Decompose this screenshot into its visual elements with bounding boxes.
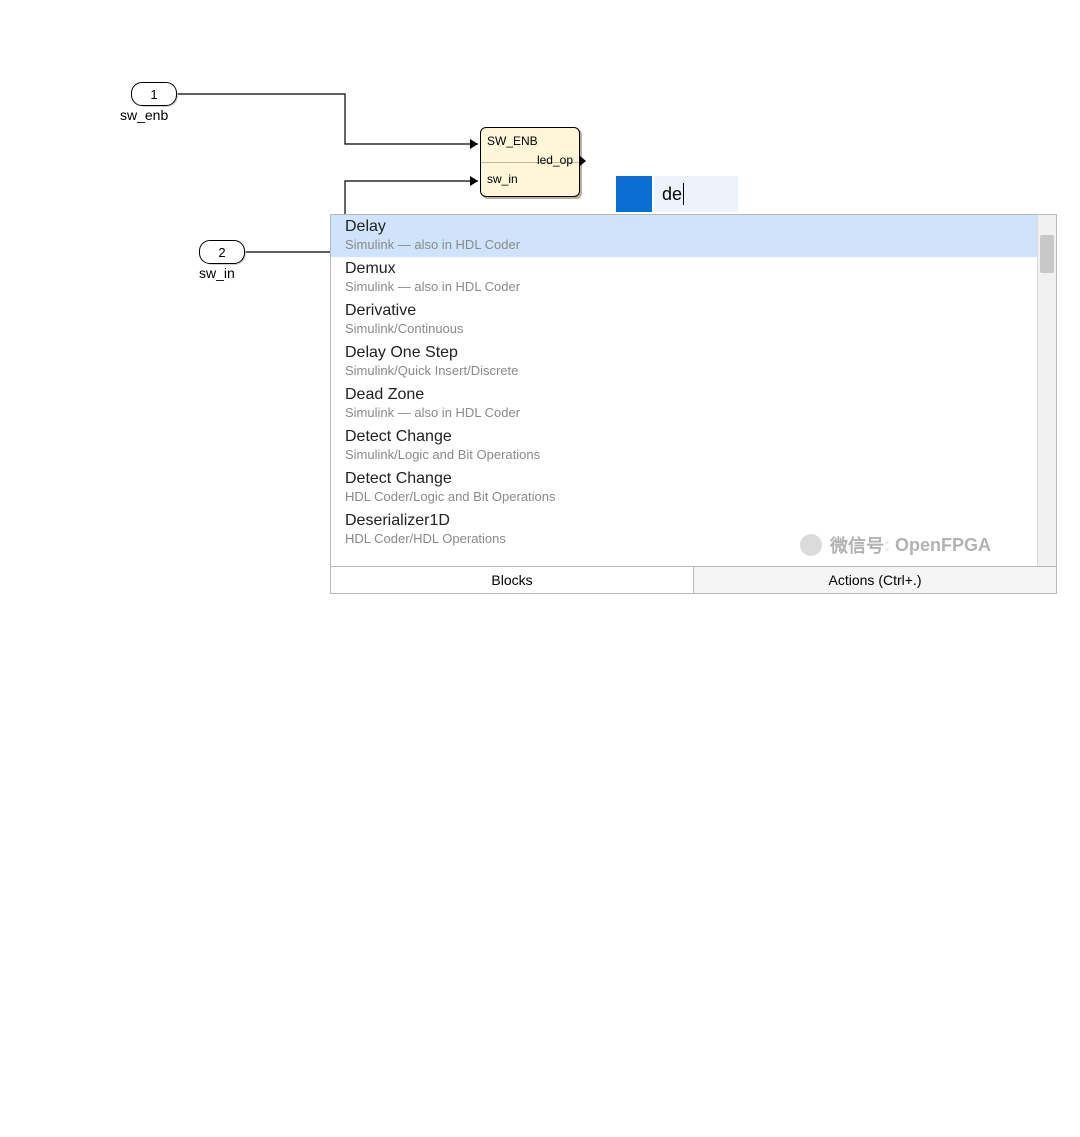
quick-insert-search-input[interactable]: de (654, 176, 738, 212)
results-list: Delay Simulink — also in HDL Coder Demux… (331, 215, 1056, 566)
result-sub: Simulink/Logic and Bit Operations (345, 447, 1042, 462)
inport-1[interactable]: 1 (131, 82, 177, 106)
tab-actions[interactable]: Actions (Ctrl+.) (694, 567, 1056, 593)
result-sub: Simulink — also in HDL Coder (345, 405, 1042, 420)
result-name: Delay (345, 218, 1042, 236)
watermark-label: 微信号 (830, 532, 884, 558)
scrollbar-thumb[interactable] (1040, 235, 1054, 273)
result-name: Deserializer1D (345, 512, 1042, 530)
result-sub: Simulink — also in HDL Coder (345, 279, 1042, 294)
simulink-canvas[interactable]: 1 sw_enb 2 sw_in SW_ENB sw_in led_op de … (0, 0, 1080, 605)
dropdown-tabs: Blocks Actions (Ctrl+.) (331, 566, 1056, 593)
results-scrollbar[interactable] (1037, 215, 1056, 566)
result-name: Delay One Step (345, 344, 1042, 362)
inport-2-label: sw_in (199, 265, 235, 281)
tab-blocks[interactable]: Blocks (331, 567, 694, 593)
result-item-demux[interactable]: Demux Simulink — also in HDL Coder (331, 257, 1056, 299)
watermark: 微信号: OpenFPGA (800, 532, 991, 558)
result-item-delay-one-step[interactable]: Delay One Step Simulink/Quick Insert/Dis… (331, 341, 1056, 383)
block-out1-label: led_op (537, 153, 573, 167)
inport-2-number: 2 (218, 245, 225, 260)
inport-2[interactable]: 2 (199, 240, 245, 264)
result-item-dead-zone[interactable]: Dead Zone Simulink — also in HDL Coder (331, 383, 1056, 425)
wechat-icon (800, 534, 822, 556)
result-item-delay[interactable]: Delay Simulink — also in HDL Coder (331, 215, 1056, 257)
tab-blocks-label: Blocks (491, 572, 532, 588)
inport-1-number: 1 (150, 87, 157, 102)
inport-1-label: sw_enb (120, 107, 168, 123)
watermark-value: OpenFPGA (895, 535, 991, 556)
result-item-derivative[interactable]: Derivative Simulink/Continuous (331, 299, 1056, 341)
result-sub: HDL Coder/Logic and Bit Operations (345, 489, 1042, 504)
subsystem-block[interactable]: SW_ENB sw_in led_op (480, 127, 580, 197)
result-name: Derivative (345, 302, 1042, 320)
result-item-detect-change-2[interactable]: Detect Change HDL Coder/Logic and Bit Op… (331, 467, 1056, 509)
tab-actions-label: Actions (Ctrl+.) (829, 572, 922, 588)
scroll-down-arrow-icon[interactable] (1038, 548, 1056, 566)
quick-insert-search-button[interactable] (616, 176, 652, 212)
block-outport-chevron-icon (580, 156, 586, 166)
scroll-up-arrow-icon[interactable] (1038, 215, 1056, 233)
block-in2-label: sw_in (487, 172, 518, 186)
result-name: Detect Change (345, 428, 1042, 446)
result-sub: Simulink — also in HDL Coder (345, 237, 1042, 252)
result-sub: Simulink/Continuous (345, 321, 1042, 336)
result-sub: Simulink/Quick Insert/Discrete (345, 363, 1042, 378)
result-name: Dead Zone (345, 386, 1042, 404)
text-caret (683, 183, 684, 205)
result-name: Detect Change (345, 470, 1042, 488)
search-query-text: de (662, 184, 682, 205)
result-name: Demux (345, 260, 1042, 278)
block-in1-label: SW_ENB (487, 134, 538, 148)
result-item-detect-change-1[interactable]: Detect Change Simulink/Logic and Bit Ope… (331, 425, 1056, 467)
